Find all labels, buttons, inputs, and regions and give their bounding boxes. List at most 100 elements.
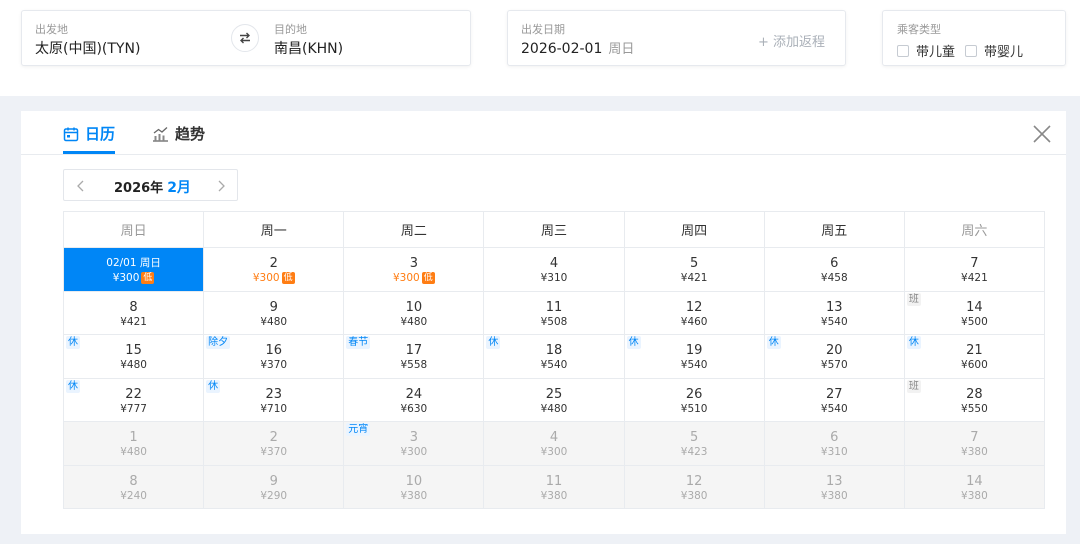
day-price: ¥508 [540,315,568,328]
calendar-day-cell[interactable]: 休 19 ¥540 [624,335,765,379]
calendar-day-cell[interactable]: 休 20 ¥570 [764,335,905,379]
calendar-day-cell[interactable]: 4 ¥310 [484,248,625,292]
date-card[interactable]: 出发日期 2026-02-01 周日 + 添加返程 [507,10,846,66]
calendar-day-cell[interactable]: 24 ¥630 [344,378,485,422]
prev-month-button[interactable] [74,178,88,192]
passenger-card: 乘客类型 带儿童 带婴儿 [882,10,1066,66]
calendar-day-cell[interactable]: 6 ¥310 [764,422,905,466]
day-price-line: ¥380 [484,489,623,503]
day-price-line: ¥480 [484,402,623,416]
current-year: 2026年 [114,181,164,196]
infant-checkbox[interactable]: 带婴儿 [965,41,1023,60]
day-price-line: ¥300 [484,445,623,459]
calendar-day-cell[interactable]: 3 ¥300 低 [344,248,485,292]
child-checkbox-box[interactable] [897,44,909,57]
calendar-day-cell[interactable]: 13 ¥380 [764,465,905,509]
calendar-day-cell[interactable]: 班 14 ¥500 [904,291,1045,335]
calendar-day-cell[interactable]: 4 ¥300 [484,422,625,466]
calendar-day-cell[interactable]: 11 ¥508 [484,291,625,335]
child-checkbox-label: 带儿童 [916,45,956,60]
calendar-day-cell[interactable]: 休 15 ¥480 [64,335,205,379]
day-price-line: ¥370 [204,358,343,372]
child-checkbox[interactable]: 带儿童 [897,41,955,60]
lowest-price-badge: 低 [281,272,295,284]
holiday-tag: 班 [906,292,921,306]
day-number: 12 [685,299,703,315]
calendar-day-cell[interactable]: 5 ¥423 [624,422,765,466]
close-icon [1033,125,1051,143]
from-field[interactable]: 出发地 太原(中国)(TYN) [22,11,222,67]
day-price: ¥710 [260,402,288,415]
calendar-day-cell[interactable]: 13 ¥540 [764,291,905,335]
calendar-day-cell[interactable]: 6 ¥458 [764,248,905,292]
tab-calendar[interactable]: 日历 [63,123,115,144]
calendar-day-cell[interactable]: 2 ¥300 低 [204,248,345,292]
calendar-day-cell[interactable]: 7 ¥380 [904,422,1045,466]
to-field[interactable]: 目的地 南昌(KHN) [262,11,467,67]
calendar-day-cell-selected[interactable]: 02/01 周日 ¥300 低 [64,248,205,292]
tab-trend[interactable]: 趋势 [152,123,205,144]
calendar-day-cell[interactable]: 12 ¥460 [624,291,765,335]
day-price-line: ¥380 [625,489,764,503]
day-number: 15 [125,343,142,358]
day-number: 22 [125,386,142,402]
calendar-day-cell[interactable]: 10 ¥480 [344,291,485,335]
day-price: ¥421 [961,272,988,284]
close-button[interactable] [1031,123,1053,145]
day-price: ¥300 [540,446,568,458]
calendar-grid: 周日 周一 周二 周三 周四 周五 周六 02/01 周日 ¥300 低 2 ¥300 低… [63,211,1045,509]
day-number: 21 [966,343,983,358]
calendar-day-cell[interactable]: 8 ¥240 [64,465,205,509]
day-price: ¥300 [400,446,428,458]
day-price-line: ¥290 [204,489,343,503]
active-tab-indicator [63,151,115,154]
day-number: 5 [689,256,699,271]
day-price: ¥240 [120,489,147,502]
calendar-day-cell[interactable]: 25 ¥480 [484,378,625,422]
add-return-button[interactable]: + 添加返程 [758,31,825,50]
calendar-day-cell[interactable]: 12 ¥380 [624,465,765,509]
day-price: ¥480 [120,446,147,458]
day-price: ¥540 [680,359,708,371]
calendar-day-cell[interactable]: 9 ¥480 [204,291,345,335]
weekday-header: 周五 [764,212,905,248]
swap-button[interactable] [231,24,259,52]
calendar-day-cell[interactable]: 春节 17 ¥558 [344,335,485,379]
calendar-day-cell[interactable]: 7 ¥421 [904,248,1045,292]
day-number: 24 [405,386,423,402]
calendar-day-cell[interactable]: 除夕 16 ¥370 [204,335,345,379]
day-price-line: ¥570 [765,358,904,372]
calendar-day-cell[interactable]: 11 ¥380 [484,465,625,509]
day-price: ¥300 [392,272,420,284]
calendar-day-cell[interactable]: 14 ¥380 [904,465,1045,509]
calendar-day-cell[interactable]: 班 28 ¥550 [904,378,1045,422]
calendar-day-cell[interactable]: 元宵 3 ¥300 [344,422,485,466]
calendar-day-cell[interactable]: 9 ¥290 [204,465,345,509]
holiday-tag: 休 [206,379,221,393]
day-price: ¥540 [820,315,848,328]
calendar-day-cell[interactable]: 1 ¥480 [64,422,205,466]
day-price: ¥421 [120,315,147,328]
day-price: ¥380 [540,489,568,502]
calendar-day-cell[interactable]: 休 18 ¥540 [484,335,625,379]
day-price: ¥380 [400,489,428,502]
calendar-day-cell[interactable]: 2 ¥370 [204,422,345,466]
day-number: 2 [269,256,278,271]
day-number: 7 [970,256,979,271]
calendar-day-cell[interactable]: 休 23 ¥710 [204,378,345,422]
next-month-button[interactable] [214,178,228,192]
calendar-day-cell[interactable]: 27 ¥540 [764,378,905,422]
calendar-day-cell[interactable]: 10 ¥380 [344,465,485,509]
calendar-day-cell[interactable]: 休 22 ¥777 [64,378,205,422]
calendar-day-cell[interactable]: 26 ¥510 [624,378,765,422]
calendar-body: 02/01 周日 ¥300 低 2 ¥300 低 3 ¥300 低 4 ¥310 5 ¥421 6 ¥458… [64,248,1045,509]
calendar-day-cell[interactable]: 8 ¥421 [64,291,205,335]
day-price: ¥380 [680,489,708,502]
day-price-line: ¥421 [64,315,203,329]
holiday-tag: 班 [906,379,921,393]
calendar-week-row: 8 ¥421 9 ¥480 10 ¥480 11 ¥508 12 ¥460 13 ¥540 班 14 ¥50… [64,291,1045,335]
calendar-day-cell[interactable]: 5 ¥421 [624,248,765,292]
calendar-day-cell[interactable]: 休 21 ¥600 [904,335,1045,379]
infant-checkbox-box[interactable] [965,44,977,57]
day-price: ¥310 [540,272,568,284]
